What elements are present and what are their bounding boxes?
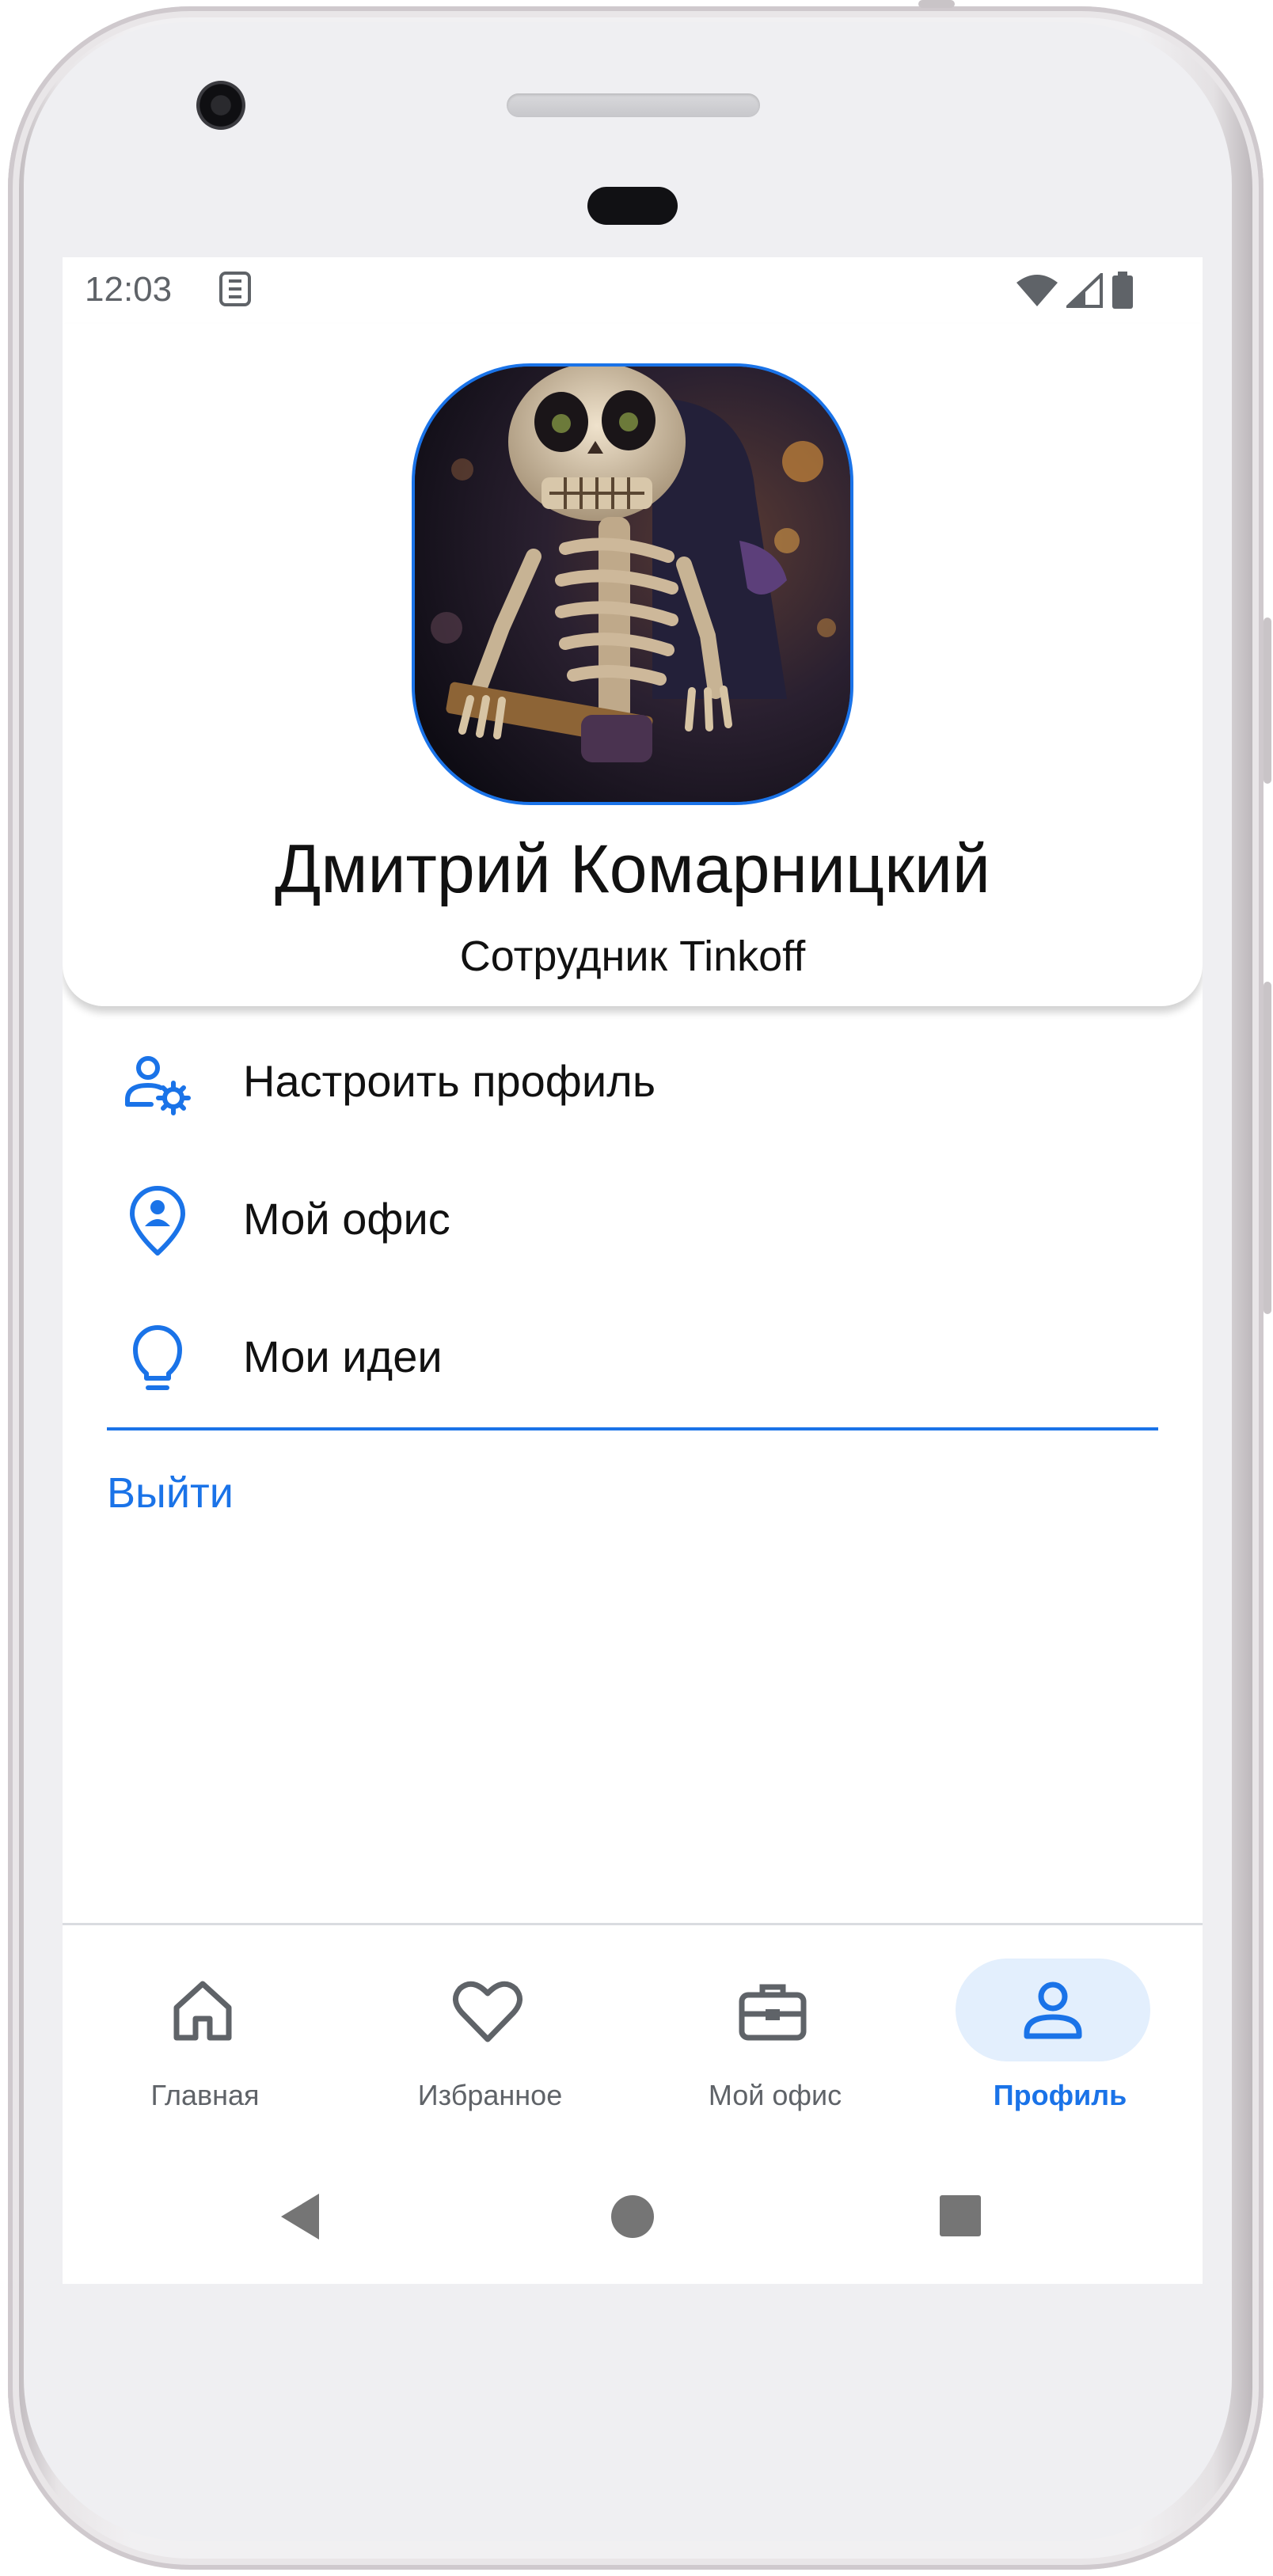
device-frame: 12:03 Дмитрий Комарницкий Сотрудник Tink… [0, 0, 1273, 2576]
nav-label: Избранное [417, 2079, 563, 2111]
nav-item-my-office[interactable]: Мой офис [633, 1925, 918, 2152]
nav-item-favorites[interactable]: Избранное [348, 1925, 633, 2152]
person-icon [1024, 1981, 1082, 2039]
proximity-sensor [587, 187, 678, 225]
user-settings-icon [125, 1056, 191, 1115]
location-pin-person-icon [130, 1186, 185, 1256]
lightbulb-icon [133, 1325, 182, 1390]
nav-label: Мой офис [708, 2079, 842, 2111]
home-circle-icon[interactable] [609, 2193, 656, 2240]
recents-icon[interactable] [938, 2194, 982, 2238]
profile-role: Сотрудник Tinkoff [459, 933, 806, 980]
briefcase-icon [739, 1984, 807, 2041]
menu-label: Мой офис [243, 1194, 450, 1244]
logout-button[interactable]: Выйти [107, 1468, 234, 1518]
sim-card-icon [219, 272, 251, 306]
menu-label: Мои идеи [243, 1332, 443, 1381]
front-camera [196, 81, 245, 130]
signal-icon [1066, 273, 1103, 308]
menu-item-edit-profile[interactable]: Настроить профиль [63, 1016, 1203, 1152]
nav-item-home[interactable]: Главная [63, 1925, 348, 2152]
status-bar: 12:03 [63, 257, 1203, 324]
power-button [1264, 617, 1271, 784]
earpiece-speaker [507, 93, 760, 117]
top-button [918, 0, 955, 8]
home-icon [173, 1981, 232, 2041]
nav-label: Профиль [993, 2079, 1127, 2111]
menu-label: Настроить профиль [243, 1056, 656, 1106]
menu-item-my-office[interactable]: Мой офис [63, 1153, 1203, 1290]
nav-item-profile[interactable]: Профиль [918, 1925, 1203, 2152]
screen: 12:03 Дмитрий Комарницкий Сотрудник Tink… [63, 257, 1203, 2284]
heart-icon [453, 1981, 522, 2042]
status-time: 12:03 [85, 270, 173, 309]
volume-button [1264, 982, 1271, 1314]
profile-card: Дмитрий Комарницкий Сотрудник Tinkoff [63, 324, 1203, 1006]
wifi-icon [1016, 275, 1058, 306]
status-icons [1016, 272, 1134, 310]
nav-label: Главная [150, 2079, 260, 2111]
avatar-image [415, 367, 850, 802]
menu-item-my-ideas[interactable]: Мои идеи [63, 1291, 1203, 1427]
battery-icon [1112, 272, 1133, 309]
avatar[interactable] [412, 363, 853, 805]
system-navigation-bar [63, 2149, 1203, 2284]
profile-name: Дмитрий Комарницкий [275, 831, 990, 907]
back-icon[interactable] [276, 2190, 324, 2243]
divider [107, 1427, 1158, 1430]
bottom-navigation: Главная Избранное Мой офис Профиль [63, 1923, 1203, 2152]
